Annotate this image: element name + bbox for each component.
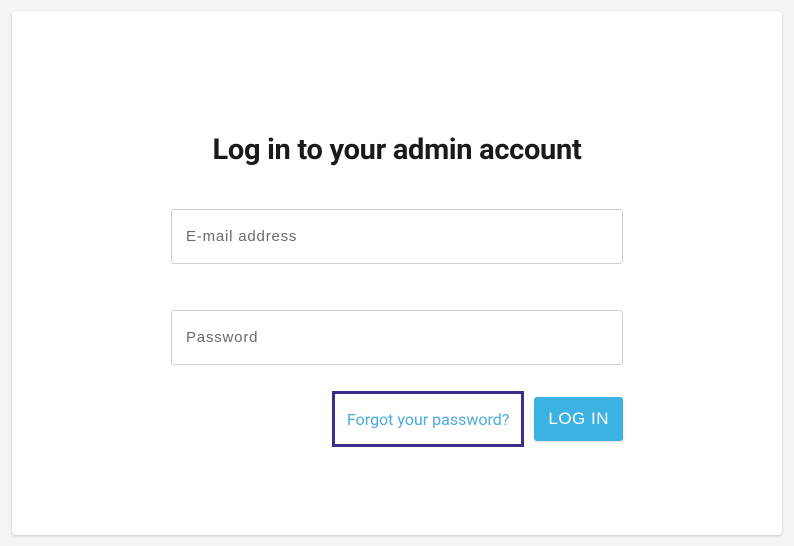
login-button[interactable]: LOG IN <box>534 397 623 441</box>
login-form: Forgot your password? LOG IN <box>171 209 623 447</box>
forgot-password-link[interactable]: Forgot your password? <box>332 391 524 447</box>
password-field[interactable] <box>171 310 623 365</box>
login-card: Log in to your admin account Forgot your… <box>12 11 782 535</box>
form-actions: Forgot your password? LOG IN <box>171 391 623 447</box>
email-field[interactable] <box>171 209 623 264</box>
page-title: Log in to your admin account <box>213 133 582 167</box>
